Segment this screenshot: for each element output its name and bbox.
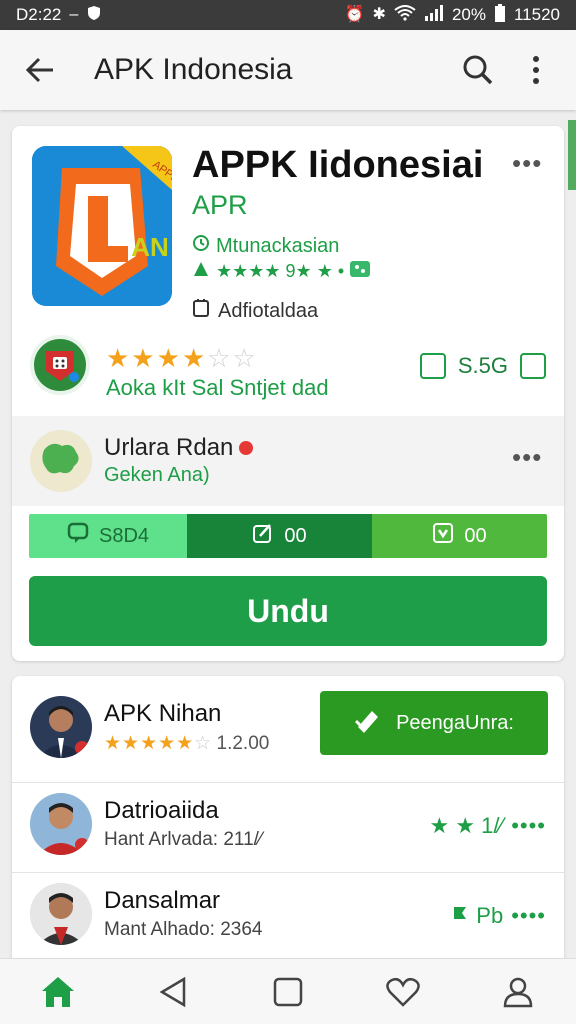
person-name: Dansalmar (104, 887, 221, 914)
app-logo[interactable]: AN APPK (32, 146, 172, 306)
person-right-info: Pb •••• (452, 903, 546, 929)
size-info: S.5G (419, 353, 546, 379)
person-sub: Hant Arlvada: 211/⁄ (104, 829, 263, 850)
app-logo-letters: AN (131, 232, 169, 262)
page-title: APK Indonesia (94, 53, 293, 86)
avatar[interactable] (30, 696, 92, 758)
stat-value-3: 00 (464, 524, 487, 547)
status-time: D2:22 (16, 5, 62, 24)
app-bar: APK Indonesia (0, 30, 576, 110)
person-stars: ★★★★★ (104, 733, 195, 754)
rating-row: ★★★★☆☆ Aoka kIt Sal Sntjet dad S.5G (12, 331, 564, 411)
person-more-icon[interactable]: •••• (511, 813, 546, 839)
app-meta-rating: ★★★★ 9★ ★ • (192, 260, 371, 283)
owner-row[interactable]: Urlara Rdan Geken Ana) ••• (12, 416, 564, 506)
follow-button[interactable]: PeengaUnra: (320, 691, 548, 755)
follow-button-label: PeengaUnra: (396, 711, 514, 734)
avatar[interactable] (30, 793, 92, 855)
pencil-icon (354, 705, 384, 741)
stats-bar: S8D4 00 00 (29, 514, 547, 558)
bottom-navigation (0, 958, 576, 1024)
app-meta-extra: Adfiotaldaa (192, 298, 318, 324)
dash-icon: – (69, 6, 79, 23)
flag-icon (452, 903, 468, 929)
app-size: S.5G (457, 353, 508, 378)
square-icon (192, 298, 210, 324)
rating-caption: Aoka kIt Sal Sntjet dad (106, 375, 329, 400)
owner-title-wrap: Urlara Rdan (104, 434, 254, 462)
person-more-icon[interactable]: •••• (511, 903, 546, 929)
home-icon[interactable] (28, 962, 88, 1022)
app-meta-line1: Mtunackasian (216, 234, 340, 257)
chat-icon (67, 522, 89, 550)
wifi-icon (394, 5, 416, 25)
stat-segment-2[interactable]: 00 (187, 514, 372, 558)
scroll-indicator (568, 120, 576, 190)
back-icon[interactable] (143, 962, 203, 1022)
back-arrow-icon[interactable] (20, 50, 60, 90)
app-developer[interactable]: APR (192, 190, 248, 221)
person-name: APK Nihan (104, 700, 222, 727)
person-right-value: ★ ★ 1/⁄ (429, 813, 504, 838)
more-options-icon[interactable]: ••• (512, 148, 542, 179)
app-meta-line2: ★★★★ 9★ ★ • (216, 261, 345, 281)
app-details-card: AN APPK APPK Iidonesiai ••• APR Mtunacka… (12, 126, 564, 661)
rating-stars: ★★★★☆☆ (106, 343, 258, 373)
download-box-icon (432, 522, 454, 550)
clock-icon (192, 234, 210, 258)
person-star-empty: ☆ (194, 733, 212, 754)
grid-icon (350, 261, 371, 282)
list-item[interactable]: APK Nihan ★★★★★☆ 1.2.00 PeengaUnra: (12, 686, 564, 776)
package-icon (419, 353, 446, 379)
overflow-menu-icon[interactable] (516, 50, 556, 90)
heart-icon[interactable] (373, 962, 433, 1022)
person-rating: ★★★★★☆ 1.2.00 (104, 732, 269, 755)
signal-icon (424, 5, 444, 25)
status-bar: D2:22 – ⏰ ✱ 20% 11520 (0, 0, 576, 30)
edit-icon (252, 522, 274, 550)
status-clock: 11520 (513, 5, 560, 24)
battery-percent: 20% (451, 5, 486, 24)
person-right-info: ★ ★ 1/⁄ •••• (429, 813, 546, 839)
list-item[interactable]: Datrioaiida Hant Arlvada: 211/⁄ ★ ★ 1/⁄ … (12, 782, 564, 872)
app-meta-line3: Adfiotaldaa (218, 299, 319, 322)
people-list-card: APK Nihan ★★★★★☆ 1.2.00 PeengaUnra: Datr… (12, 676, 564, 966)
bluetooth-icon: ✱ (372, 6, 386, 23)
list-item[interactable]: Dansalmar Mant Alhado: 2364 Pb •••• (12, 872, 564, 962)
notification-dot-icon (239, 441, 254, 455)
app-name: APPK Iidonesiai (192, 144, 484, 186)
owner-more-icon[interactable]: ••• (512, 442, 542, 473)
owner-subtitle: Geken Ana) (104, 464, 210, 486)
download-button[interactable]: Undu (29, 576, 547, 646)
store-badge-icon (30, 335, 90, 395)
stat-segment-3[interactable]: 00 (372, 514, 547, 558)
stat-segment-1[interactable]: S8D4 (29, 514, 187, 558)
recents-icon[interactable] (258, 962, 318, 1022)
shield-icon (86, 5, 102, 25)
alarm-icon: ⏰ (344, 6, 365, 23)
search-icon[interactable] (458, 50, 498, 90)
leaf-icon (192, 260, 210, 283)
app-meta-category: Mtunackasian (192, 234, 339, 258)
profile-icon[interactable] (488, 962, 548, 1022)
person-right-value: Pb (476, 903, 504, 928)
battery-icon (494, 4, 506, 26)
avatar[interactable] (30, 883, 92, 945)
person-name: Datrioaiida (104, 797, 219, 824)
map-icon (30, 430, 92, 492)
package-icon-2 (520, 353, 546, 379)
person-sub: Mant Alhado: 2364 (104, 919, 263, 940)
person-rating-value: 1.2.00 (216, 733, 270, 754)
stat-value-2: 00 (284, 524, 307, 547)
owner-title: Urlara Rdan (104, 434, 234, 461)
stat-value-1: S8D4 (98, 524, 150, 547)
